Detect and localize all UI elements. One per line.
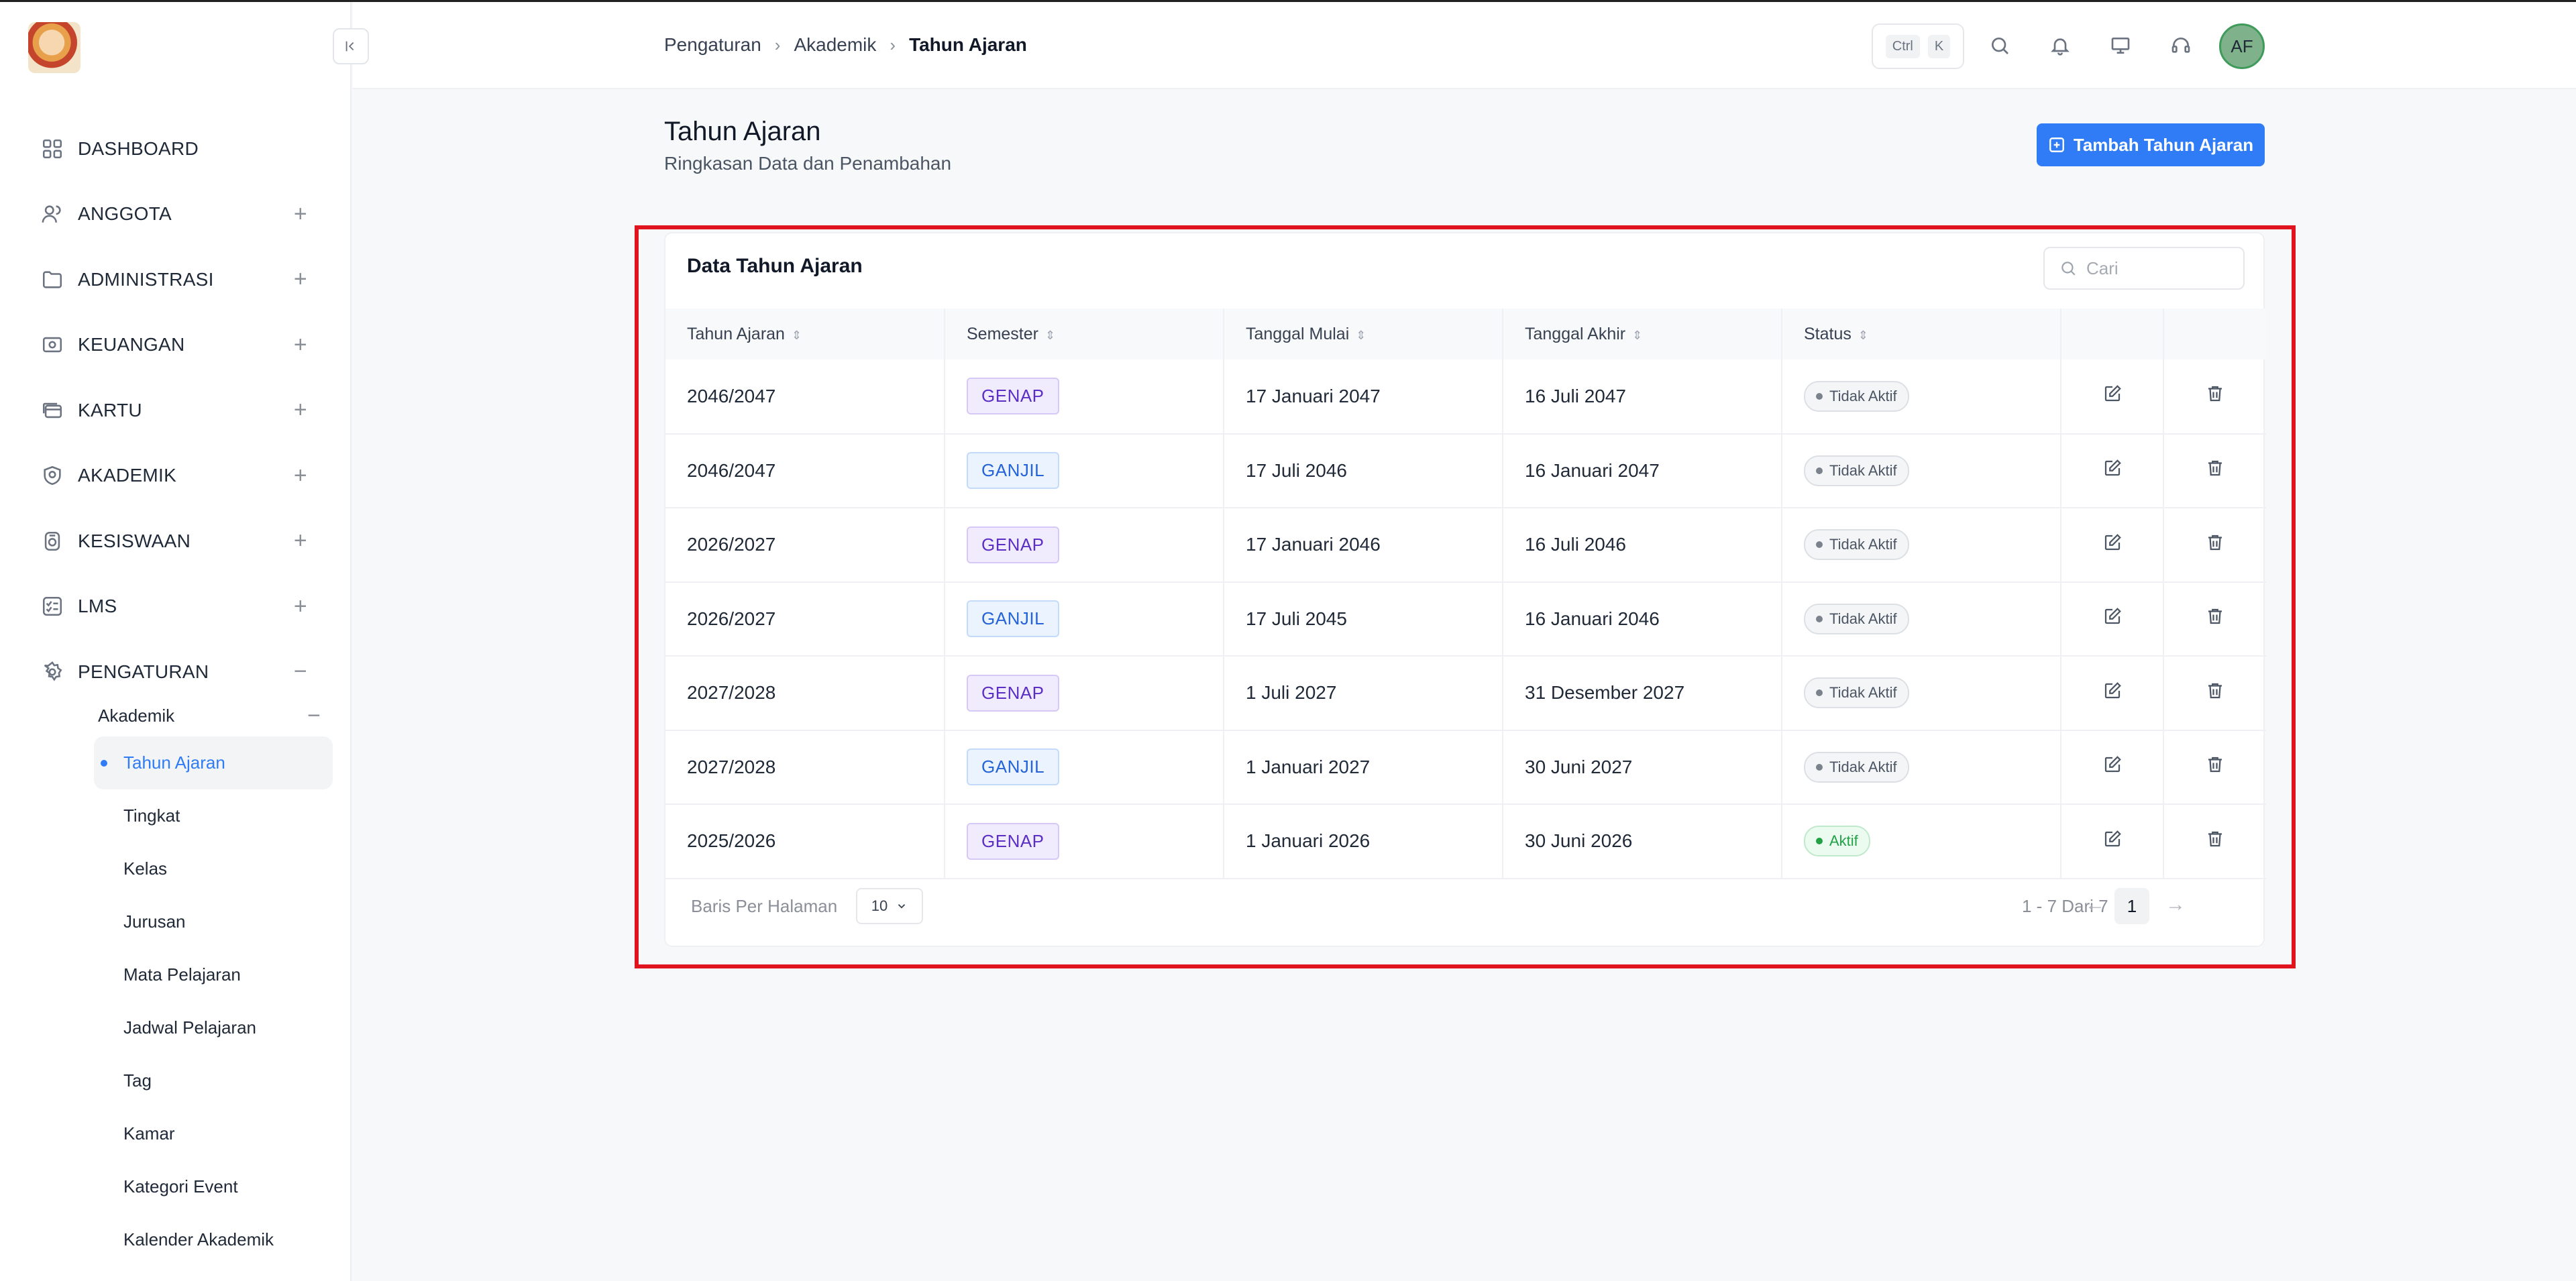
sidebar-item-label: KARTU — [78, 399, 142, 421]
chevron-right-icon: › — [774, 34, 781, 55]
sidebar-item-label: PENGATURAN — [78, 661, 209, 682]
submenu-item-kelas[interactable]: Kelas — [78, 842, 333, 895]
submenu-item-tag[interactable]: Tag — [78, 1054, 333, 1107]
sidebar-item-lms[interactable]: LMS + — [0, 574, 352, 640]
kbd-k: K — [1927, 34, 1951, 58]
sidebar-item-kesiswaan[interactable]: KESISWAAN + — [0, 508, 352, 574]
checklist-icon — [39, 593, 66, 620]
expand-icon[interactable]: + — [294, 332, 307, 358]
top-header: Pengaturan › Akademik › Tahun Ajaran Ctr… — [353, 2, 2576, 89]
page-subtitle: Ringkasan Data dan Penambahan — [664, 153, 952, 174]
collapse-icon[interactable]: − — [307, 703, 321, 729]
submenu-list: Tahun Ajaran Tingkat Kelas Jurusan Mata Pela… — [78, 736, 333, 1266]
sidebar-item-label: ANGGOTA — [78, 203, 172, 225]
command-shortcut-button[interactable]: Ctrl K — [1872, 23, 1964, 69]
book-icon — [39, 462, 66, 489]
submenu-item-jadwal-pelajaran[interactable]: Jadwal Pelajaran — [78, 1001, 333, 1054]
sidebar-item-label: KEUANGAN — [78, 334, 185, 355]
headset-icon[interactable] — [2165, 30, 2196, 61]
page-title: Tahun Ajaran — [664, 117, 821, 146]
medal-icon — [39, 528, 66, 555]
monitor-icon[interactable] — [2105, 30, 2136, 61]
sidebar-nav: DASHBOARD ANGGOTA + ADMINISTRASI + KEUANGAN + K… — [0, 116, 352, 705]
avatar-initials: AF — [2231, 36, 2253, 56]
expand-icon[interactable]: + — [294, 594, 307, 620]
sidebar-item-label: ADMINISTRASI — [78, 268, 214, 290]
chevron-right-icon: › — [890, 34, 896, 55]
search-icon[interactable] — [1984, 30, 2015, 61]
sidebar-item-anggota[interactable]: ANGGOTA + — [0, 182, 352, 247]
expand-icon[interactable]: + — [294, 266, 307, 292]
card-icon — [39, 397, 66, 424]
add-academic-year-button[interactable]: Tambah Tahun Ajaran — [2037, 123, 2265, 166]
submenu-item-kalender-akademik[interactable]: Kalender Akademik — [78, 1213, 333, 1266]
expand-icon[interactable]: + — [294, 201, 307, 227]
collapse-sidebar-button[interactable] — [333, 28, 369, 64]
submenu-item-mata-pelajaran[interactable]: Mata Pelajaran — [78, 948, 333, 1001]
sidebar: DASHBOARD ANGGOTA + ADMINISTRASI + KEUANGAN + K… — [0, 2, 352, 1281]
folder-icon — [39, 266, 66, 293]
expand-icon[interactable]: + — [294, 397, 307, 423]
sidebar-item-administrasi[interactable]: ADMINISTRASI + — [0, 247, 352, 313]
user-avatar[interactable]: AF — [2219, 23, 2265, 69]
submenu-header-akademik[interactable]: Akademik − — [78, 695, 333, 736]
breadcrumb-item-akademik[interactable]: Akademik — [794, 34, 876, 56]
breadcrumb-item-pengaturan[interactable]: Pengaturan — [664, 34, 761, 56]
school-logo[interactable] — [28, 22, 80, 73]
sidebar-item-label: AKADEMIK — [78, 465, 177, 486]
submenu-akademik: Akademik − Tahun Ajaran Tingkat Kelas Jurus… — [78, 695, 333, 1266]
submenu-item-jurusan[interactable]: Jurusan — [78, 895, 333, 948]
add-button-label: Tambah Tahun Ajaran — [2073, 134, 2254, 155]
grid-icon — [39, 135, 66, 162]
sidebar-item-dashboard[interactable]: DASHBOARD — [0, 116, 352, 182]
users-icon — [39, 201, 66, 227]
expand-icon[interactable]: + — [294, 463, 307, 489]
submenu-header-label: Akademik — [98, 705, 175, 726]
sidebar-item-akademik[interactable]: AKADEMIK + — [0, 443, 352, 509]
sidebar-item-label: DASHBOARD — [78, 137, 199, 159]
breadcrumb: Pengaturan › Akademik › Tahun Ajaran — [664, 34, 1027, 56]
plus-square-icon — [2049, 137, 2064, 152]
submenu-item-kategori-event[interactable]: Kategori Event — [78, 1160, 333, 1213]
kbd-ctrl: Ctrl — [1885, 34, 1920, 58]
cash-icon — [39, 331, 66, 358]
breadcrumb-item-current: Tahun Ajaran — [909, 34, 1027, 55]
highlight-frame — [635, 225, 2296, 968]
gear-icon — [39, 659, 66, 685]
sidebar-item-kartu[interactable]: KARTU + — [0, 378, 352, 443]
expand-icon[interactable]: + — [294, 528, 307, 554]
sidebar-item-keuangan[interactable]: KEUANGAN + — [0, 313, 352, 378]
submenu-item-kamar[interactable]: Kamar — [78, 1107, 333, 1160]
collapse-left-icon — [345, 41, 354, 52]
submenu-item-tingkat[interactable]: Tingkat — [78, 789, 333, 842]
collapse-icon[interactable]: − — [294, 659, 307, 685]
sidebar-item-label: LMS — [78, 596, 117, 617]
sidebar-item-label: KESISWAAN — [78, 530, 191, 551]
bell-icon[interactable] — [2045, 30, 2076, 61]
submenu-item-tahun-ajaran[interactable]: Tahun Ajaran — [94, 736, 333, 789]
